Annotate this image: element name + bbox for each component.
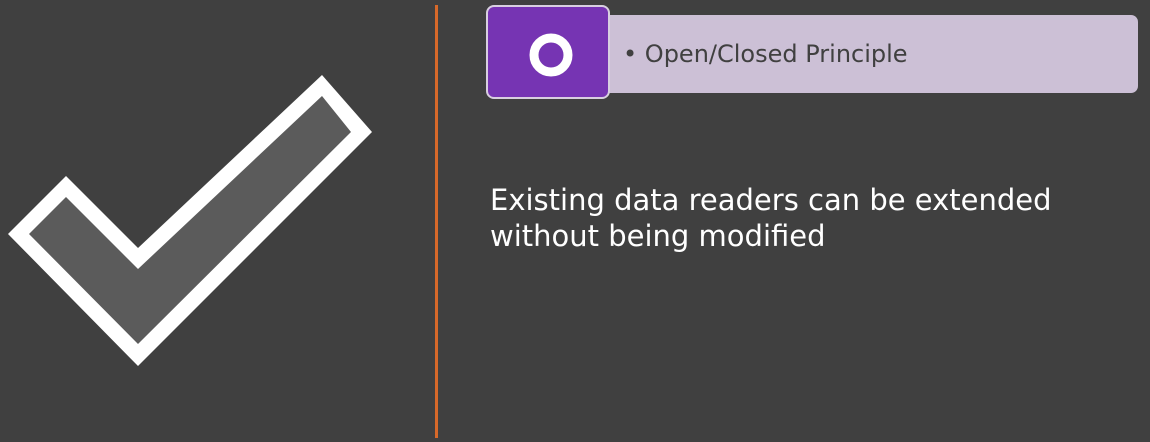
checkmark-icon: [8, 75, 372, 366]
vertical-divider: [435, 5, 438, 438]
bullet: •: [623, 40, 638, 68]
statement-text: Existing data readers can be extended wi…: [490, 183, 1052, 253]
principle-label: • Open/Closed Principle: [623, 34, 908, 74]
principle-letter-box: O: [486, 5, 610, 99]
principle-name: Open/Closed Principle: [644, 40, 908, 68]
letter-o-icon: [529, 33, 573, 77]
